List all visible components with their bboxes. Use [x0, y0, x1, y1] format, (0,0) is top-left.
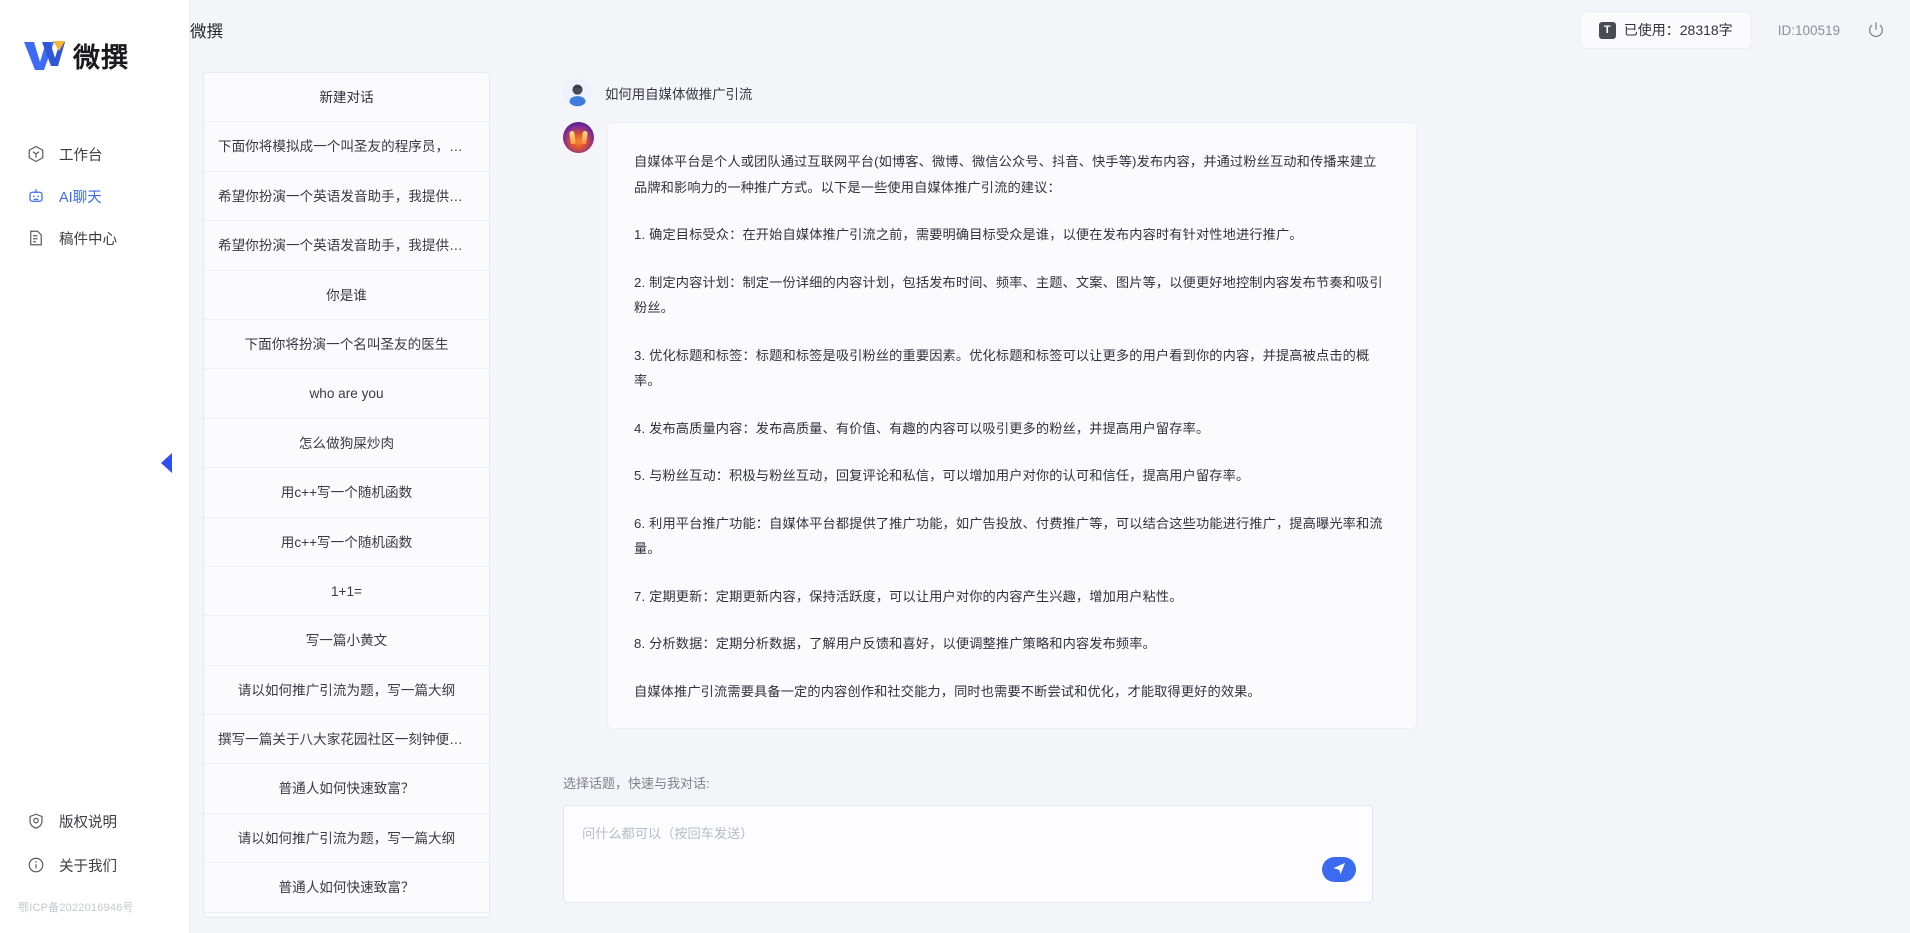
workbench-icon	[26, 144, 46, 164]
ai-paragraph: 3. 优化标题和标签：标题和标签是吸引粉丝的重要因素。优化标题和标签可以让更多的…	[634, 347, 1370, 389]
composer: 选择话题，快速与我对话:	[563, 773, 1373, 903]
conversation-item[interactable]: 1+1=	[204, 567, 489, 617]
sidebar-item-label: 关于我们	[59, 858, 117, 875]
user-message: 如何用自媒体做推广引流	[563, 78, 752, 107]
brand: 微撰	[0, 0, 189, 75]
conversation-item[interactable]: 用c++写一个随机函数	[204, 518, 489, 567]
ai-paragraph: 5. 与粉丝互动：积极与粉丝互动，回复评论和私信，可以增加用户对你的认可和信任，…	[634, 468, 1250, 483]
composer-box[interactable]	[563, 805, 1373, 903]
topbar-right: T 已使用：28318字 ID:100519	[1579, 11, 1886, 49]
message-input[interactable]	[564, 806, 1372, 902]
conversation-item[interactable]: 你是谁	[204, 271, 489, 320]
conversation-item[interactable]: 写一篇小黄文	[204, 616, 489, 666]
conversation-item[interactable]: 下面你将模拟成一个叫圣友的程序员，我说...	[204, 122, 489, 172]
info-icon	[26, 855, 46, 875]
page-title: 微撰	[190, 23, 223, 41]
icp-record: 鄂ICP备2022016946号	[18, 902, 134, 914]
power-icon[interactable]	[1866, 20, 1886, 40]
conversation-item[interactable]: 请以如何推广引流为题，写一篇大纲	[204, 814, 489, 864]
sidebar-item-ai-chat[interactable]: AI聊天	[0, 175, 189, 217]
ai-paragraph: 7. 定期更新：定期更新内容，保持活跃度，可以让用户对你的内容产生兴趣，增加用户…	[634, 588, 1183, 604]
conversation-item[interactable]: 请以如何推广引流为题，写一篇大纲	[204, 666, 489, 716]
usage-label: 已使用：28318字	[1623, 22, 1733, 38]
sidebar-item-workbench[interactable]: 工作台	[0, 133, 189, 175]
conversation-item[interactable]: who are you	[204, 369, 489, 419]
ai-paragraph: 6. 利用平台推广功能：自媒体平台都提供了推广功能，如广告投放、付费推广等，可以…	[634, 515, 1383, 557]
ai-paragraph: 自媒体推广引流需要具备一定的内容创作和社交能力，同时也需要不断尝试和优化，才能取…	[634, 683, 1261, 699]
sidebar-footer: 版权说明 关于我们 鄂ICP备2022016946号	[0, 799, 189, 933]
user-id: ID:100519	[1777, 22, 1840, 38]
ai-paragraph: 8. 分析数据：定期分析数据，了解用户反馈和喜好，以便调整推广策略和内容发布频率…	[634, 636, 1156, 651]
ai-paragraph: 2. 制定内容计划：制定一份详细的内容计划，包括发布时间、频率、主题、文案、图片…	[634, 274, 1383, 316]
app-root: 微撰 工作台 AI聊天 稿件中心 版权说明 关于我们 鄂ICP备20220169…	[0, 0, 1910, 933]
ai-paragraph: 自媒体平台是个人或团队通过互联网平台(如博客、微博、微信公众号、抖音、快手等)发…	[634, 154, 1377, 195]
user-avatar-icon	[563, 78, 592, 107]
sidebar-item-manuscript-center[interactable]: 稿件中心	[0, 217, 189, 259]
send-button[interactable]	[1322, 857, 1356, 882]
composer-label: 选择话题，快速与我对话:	[563, 776, 710, 791]
ai-message: 自媒体平台是个人或团队通过互联网平台(如博客、微博、微信公众号、抖音、快手等)发…	[563, 122, 1417, 729]
conversation-item[interactable]: 希望你扮演一个英语发音助手，我提供给你...	[204, 221, 489, 271]
sidebar-nav: 工作台 AI聊天 稿件中心	[0, 133, 189, 259]
sidebar-item-about-us[interactable]: 关于我们	[0, 843, 189, 887]
sidebar-item-label: 版权说明	[59, 814, 117, 831]
brand-name: 微撰	[73, 43, 129, 73]
conversation-item[interactable]: 撰写一篇关于八大家花园社区一刻钟便民生...	[204, 715, 489, 765]
w-logo-icon	[22, 38, 66, 74]
chevron-left-icon	[160, 453, 172, 473]
conversation-item[interactable]: 用c++写一个随机函数	[204, 468, 489, 518]
new-chat-button[interactable]: 新建对话	[204, 73, 489, 123]
ai-paragraph: 4. 发布高质量内容：发布高质量、有价值、有趣的内容可以吸引更多的粉丝，并提高用…	[634, 420, 1210, 436]
send-plane-icon	[1332, 861, 1347, 879]
user-message-text: 如何用自媒体做推广引流	[605, 86, 753, 102]
conversation-item[interactable]: 怎么做狗屎炒肉	[204, 419, 489, 469]
main-area: 微撰 T 已使用：28318字 ID:100519 如何用自媒体做推广引流 自媒…	[190, 0, 1910, 933]
conversation-item[interactable]: 下面你将扮演一个名叫圣友的医生	[204, 320, 489, 370]
sidebar-item-label: AI聊天	[59, 189, 102, 206]
robot-icon	[26, 186, 46, 206]
usage-badge: T 已使用：28318字	[1579, 11, 1752, 49]
sidebar-item-label: 稿件中心	[59, 231, 117, 248]
conversation-list: 新建对话 下面你将模拟成一个叫圣友的程序员，我说... 希望你扮演一个英语发音助手，…	[203, 72, 490, 918]
ai-paragraph: 1. 确定目标受众：在开始自媒体推广引流之前，需要明确目标受众是谁，以便在发布内…	[634, 227, 1303, 242]
token-icon: T	[1598, 21, 1616, 39]
shield-icon	[26, 811, 46, 831]
sidebar-item-copyright[interactable]: 版权说明	[0, 799, 189, 843]
chat-scroll-area[interactable]: 如何用自媒体做推广引流 自媒体平台是个人或团队通过互联网平台(如博客、微博、微信…	[503, 58, 1910, 933]
document-edit-icon	[26, 228, 46, 248]
sidebar-collapse-handle[interactable]	[158, 452, 174, 474]
conversation-item[interactable]: 普通人如何快速致富？	[204, 863, 489, 913]
conversation-list-column: 新建对话 下面你将模拟成一个叫圣友的程序员，我说... 希望你扮演一个英语发音助手，…	[190, 0, 503, 933]
conversation-item[interactable]: 普通人如何快速致富？	[204, 764, 489, 814]
ai-avatar-icon	[563, 122, 594, 153]
ai-message-bubble: 自媒体平台是个人或团队通过互联网平台(如博客、微博、微信公众号、抖音、快手等)发…	[607, 122, 1417, 729]
conversation-item[interactable]: 希望你扮演一个英语发音助手，我提供给你...	[204, 172, 489, 222]
sidebar-item-label: 工作台	[59, 147, 103, 164]
